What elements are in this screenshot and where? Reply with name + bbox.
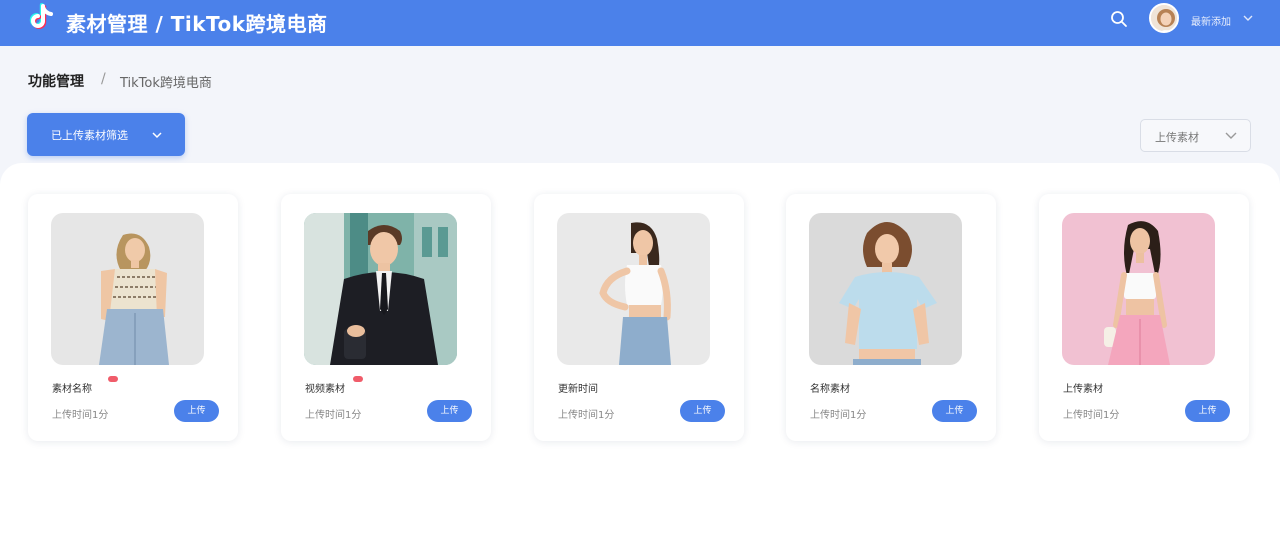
tiktok-logo-icon[interactable]: [26, 2, 58, 34]
material-thumbnail[interactable]: [51, 213, 204, 365]
upload-button[interactable]: 上传: [1185, 400, 1230, 422]
material-thumbnail[interactable]: [557, 213, 710, 365]
top-bar: 素材管理 / TikTok跨境电商 最新添加: [0, 0, 1280, 46]
upload-time: 上传时间1分: [558, 410, 615, 421]
material-thumbnail[interactable]: [304, 213, 457, 365]
upload-button[interactable]: 上传: [174, 400, 219, 422]
filter-label: 已上传素材筛选: [51, 129, 128, 142]
material-card[interactable]: 名称素材 上传时间1分 上传: [786, 194, 996, 441]
upload-time: 上传时间1分: [52, 410, 109, 421]
material-name: 素材名称: [52, 384, 92, 395]
material-thumbnail[interactable]: [809, 213, 962, 365]
upload-select-label: 上传素材: [1155, 131, 1199, 144]
upload-time: 上传时间1分: [1063, 410, 1120, 421]
app-title: 素材管理 / TikTok跨境电商: [66, 12, 328, 36]
filter-dropdown-button[interactable]: 已上传素材筛选: [27, 113, 185, 156]
upload-button[interactable]: 上传: [680, 400, 725, 422]
chevron-down-icon: [1225, 132, 1237, 139]
material-name: 更新时间: [558, 384, 598, 395]
search-icon[interactable]: [1109, 9, 1129, 29]
upload-button[interactable]: 上传: [932, 400, 977, 422]
breadcrumb-separator: /: [101, 71, 106, 87]
breadcrumb-current: TikTok跨境电商: [120, 76, 212, 91]
material-card[interactable]: 视频素材 上传时间1分 上传: [281, 194, 491, 441]
material-name: 视频素材: [305, 384, 345, 395]
upload-material-select[interactable]: 上传素材: [1140, 119, 1251, 152]
material-card[interactable]: 上传素材 上传时间1分 上传: [1039, 194, 1249, 441]
material-card[interactable]: 更新时间 上传时间1分 上传: [534, 194, 744, 441]
chevron-down-icon[interactable]: [1242, 13, 1254, 23]
avatar[interactable]: [1149, 3, 1179, 33]
upload-time: 上传时间1分: [810, 410, 867, 421]
chevron-down-icon: [152, 132, 162, 139]
new-badge: [353, 376, 363, 382]
username[interactable]: 最新添加: [1191, 13, 1231, 28]
upload-time: 上传时间1分: [305, 410, 362, 421]
material-name: 上传素材: [1063, 384, 1103, 395]
upload-button[interactable]: 上传: [427, 400, 472, 422]
new-badge: [108, 376, 118, 382]
breadcrumb-root[interactable]: 功能管理: [28, 71, 84, 91]
material-thumbnail[interactable]: [1062, 213, 1215, 365]
material-name: 名称素材: [810, 384, 850, 395]
material-card[interactable]: 素材名称 上传时间1分 上传: [28, 194, 238, 441]
